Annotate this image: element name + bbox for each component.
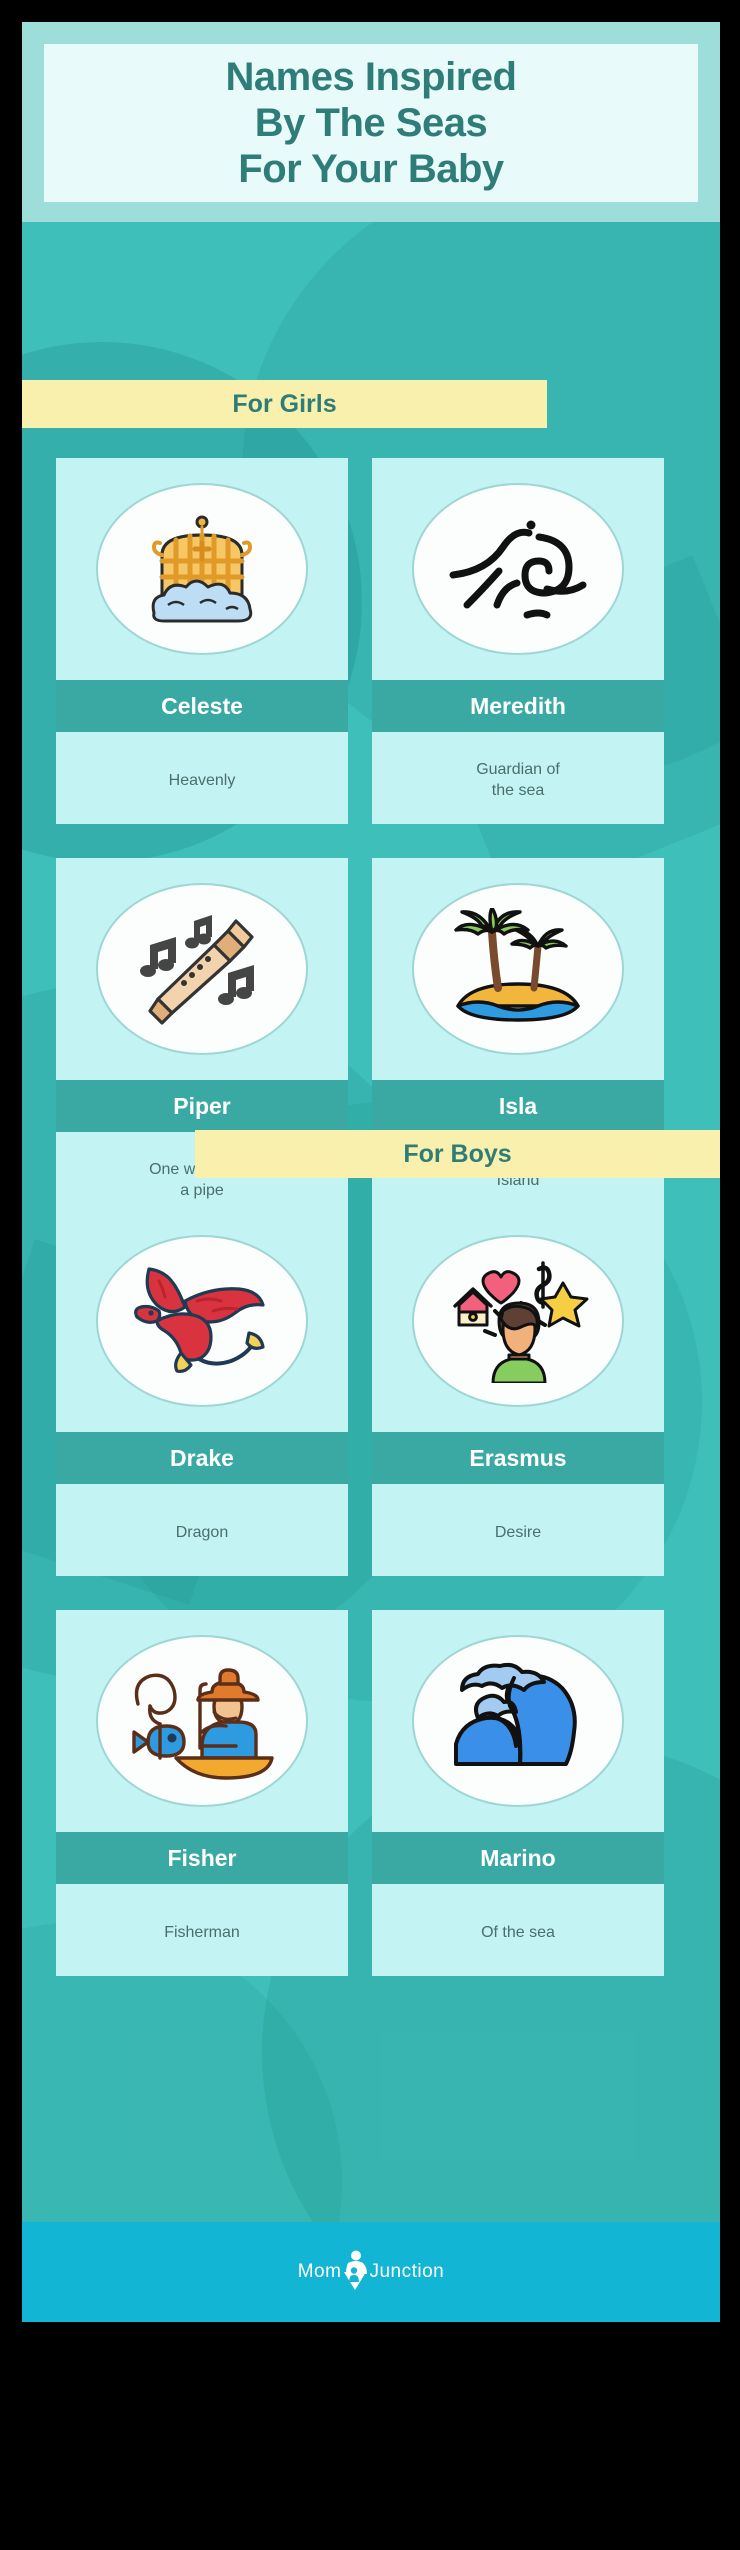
card-meaning-area: Guardian of the sea	[372, 732, 664, 824]
card-image-area	[372, 1610, 664, 1832]
infographic-canvas: Names Inspired By The Seas For Your Baby…	[22, 22, 720, 2322]
card-name-bar: Isla	[372, 1080, 664, 1132]
fisherman-boat-icon	[126, 1660, 278, 1782]
card-name-bar: Erasmus	[372, 1432, 664, 1484]
card-name-label: Piper	[173, 1092, 231, 1119]
name-card[interactable]: Fisher Fisherman	[56, 1610, 348, 1976]
card-image-area	[56, 458, 348, 680]
header-band: Names Inspired By The Seas For Your Baby	[22, 22, 720, 222]
icon-oval	[412, 883, 624, 1055]
ocean-wave-icon	[448, 1660, 588, 1782]
card-image-area	[56, 1210, 348, 1432]
momjunction-logo[interactable]: Mom Junction	[298, 2250, 445, 2295]
brand-text-mom: Mom	[297, 2261, 342, 2282]
icon-oval	[96, 1635, 308, 1807]
section-banner-boys: For Boys	[195, 1130, 720, 1178]
section-banner-girls: For Girls	[22, 380, 547, 428]
card-name-bar: Celeste	[56, 680, 348, 732]
person-desires-icon	[443, 1259, 593, 1383]
card-meaning-area: Fisherman	[56, 1884, 348, 1976]
card-name-label: Celeste	[161, 692, 243, 719]
name-card[interactable]: Drake Dragon	[56, 1210, 348, 1576]
card-meaning-label: Fisherman	[164, 1923, 240, 1941]
card-name-bar: Fisher	[56, 1832, 348, 1884]
page-title: Names Inspired By The Seas For Your Baby	[225, 55, 517, 191]
card-image-area	[56, 1610, 348, 1832]
card-meaning-area: Of the sea	[372, 1884, 664, 1976]
card-meaning-label: Guardian of the sea	[476, 761, 560, 799]
name-card[interactable]: Meredith Guardian of the sea	[372, 458, 664, 824]
card-image-area	[372, 1210, 664, 1432]
card-name-bar: Meredith	[372, 680, 664, 732]
wave-spiral-icon	[443, 513, 593, 625]
card-meaning-area: Desire	[372, 1484, 664, 1576]
card-meaning-label: Dragon	[175, 1523, 229, 1541]
card-meaning-area: Dragon	[56, 1484, 348, 1576]
card-meaning-label: Heavenly	[168, 771, 236, 789]
name-card[interactable]: Erasmus Desire	[372, 1210, 664, 1576]
dragon-icon	[127, 1261, 277, 1381]
name-card[interactable]: Celeste Heavenly	[56, 458, 348, 824]
card-image-area	[56, 858, 348, 1080]
card-name-label: Fisher	[167, 1844, 237, 1871]
brand-text-junction: Junction	[369, 2261, 445, 2282]
card-name-label: Marino	[480, 1844, 556, 1871]
icon-oval	[96, 483, 308, 655]
icon-oval	[96, 1235, 308, 1407]
card-name-bar: Drake	[56, 1432, 348, 1484]
icon-oval	[412, 483, 624, 655]
section-banner-boys-label: For Boys	[403, 1139, 512, 1168]
footer-bar: Mom Junction	[22, 2222, 720, 2322]
card-name-label: Drake	[170, 1444, 234, 1471]
momjunction-mother-baby-icon	[342, 2250, 368, 2295]
card-image-area	[372, 458, 664, 680]
card-name-label: Isla	[498, 1092, 538, 1119]
heavens-gate-icon	[138, 509, 266, 629]
palm-island-icon	[448, 908, 588, 1030]
card-name-bar: Piper	[56, 1080, 348, 1132]
title-card: Names Inspired By The Seas For Your Baby	[44, 44, 698, 202]
icon-oval	[412, 1235, 624, 1407]
card-meaning-area: Heavenly	[56, 732, 348, 824]
section-banner-girls-label: For Girls	[232, 389, 337, 418]
card-name-bar: Marino	[372, 1832, 664, 1884]
icon-oval	[96, 883, 308, 1055]
name-card[interactable]: Marino Of the sea	[372, 1610, 664, 1976]
card-image-area	[372, 858, 664, 1080]
icon-oval	[412, 1635, 624, 1807]
card-meaning-label: Desire	[494, 1523, 542, 1541]
flute-music-icon	[132, 907, 272, 1031]
card-meaning-label: Of the sea	[481, 1923, 555, 1941]
card-name-label: Erasmus	[469, 1444, 567, 1471]
card-name-label: Meredith	[470, 692, 566, 719]
